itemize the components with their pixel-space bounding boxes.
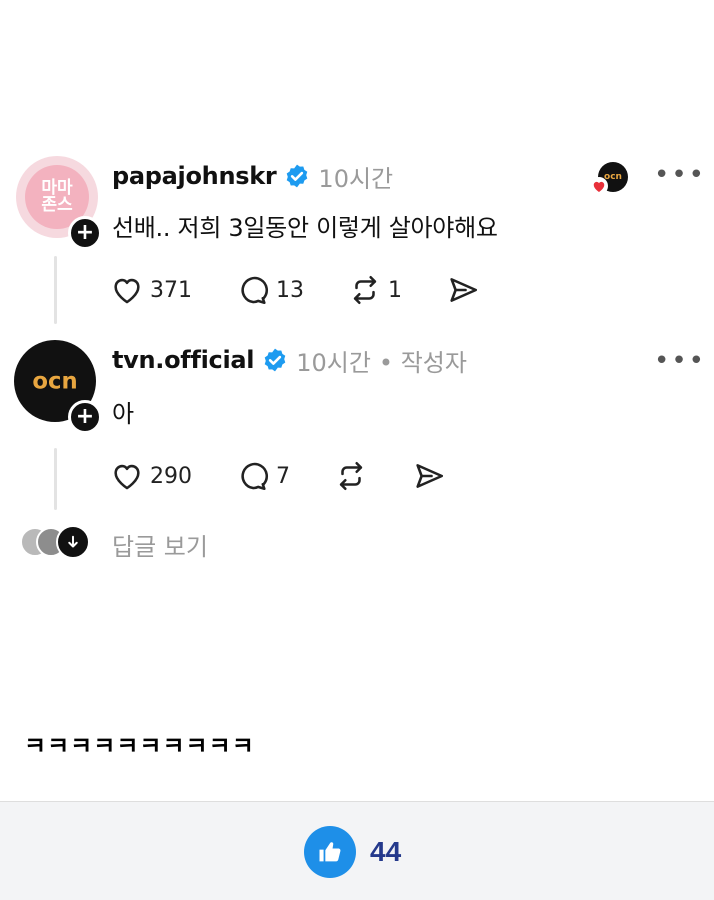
post-actions: 371 13 1 (110, 270, 524, 310)
post-header: papajohnskr 10시간 (112, 158, 393, 194)
like-count: 371 (150, 277, 192, 303)
follow-plus-icon[interactable]: + (68, 216, 102, 250)
caption-text: ㅋㅋㅋㅋㅋㅋㅋㅋㅋㅋ (24, 732, 255, 760)
send-icon (450, 278, 478, 302)
comment-bubble-icon (241, 462, 269, 491)
follow-plus-icon[interactable]: + (68, 400, 102, 434)
thread-line (54, 448, 57, 510)
arrow-down-icon (56, 525, 90, 559)
view-replies-label[interactable]: 답글 보기 (112, 527, 208, 562)
share-button[interactable] (412, 459, 446, 493)
share-button[interactable] (446, 273, 480, 307)
username[interactable]: tvn.official (112, 346, 255, 374)
more-options-icon[interactable]: ••• (654, 346, 706, 376)
verified-badge-icon (284, 163, 310, 189)
heart-icon (114, 464, 140, 490)
avatar-papajohnskr[interactable]: 마마 존스 + (16, 156, 102, 250)
send-icon (416, 464, 444, 488)
repost-button[interactable]: 1 (348, 273, 402, 307)
post-tvn-official: ocn + tvn.official 10시간 • 작성자 ••• 아 290 … (0, 336, 714, 516)
post-header: tvn.official 10시간 • 작성자 (112, 342, 467, 378)
repost-icon (353, 275, 377, 305)
verified-badge-icon (262, 347, 288, 373)
comment-button[interactable]: 13 (236, 273, 304, 307)
thumbs-up-button[interactable] (304, 826, 356, 878)
comment-button[interactable]: 7 (236, 459, 290, 493)
comment-count: 13 (276, 277, 304, 303)
heart-icon (114, 278, 140, 304)
ocn-logo: ocn (32, 368, 77, 394)
repost-button[interactable] (334, 459, 368, 493)
avatar-tvn-official[interactable]: ocn + (14, 340, 102, 434)
username[interactable]: papajohnskr (112, 162, 277, 190)
like-button[interactable]: 371 (110, 273, 192, 307)
post-papajohnskr: 마마 존스 + papajohnskr 10시간 ocn ••• 선배.. 저희… (0, 150, 714, 330)
post-time: 10시간 (296, 348, 371, 377)
comment-bubble-icon (241, 276, 269, 305)
thumbs-up-icon (319, 842, 341, 862)
repost-icon (339, 461, 363, 491)
post-text: 아 (112, 400, 134, 428)
avatar-logo-text-bottom: 존스 (41, 195, 73, 215)
ocn-logo-text: ocn (32, 368, 77, 394)
post-actions: 290 7 (110, 456, 490, 496)
comment-count: 7 (276, 463, 290, 489)
post-time: 10시간 (318, 164, 394, 193)
author-tag: • 작성자 (378, 348, 467, 377)
footer-like-count: 44 (370, 836, 402, 867)
like-count: 290 (150, 463, 192, 489)
footer-bar: 44 (0, 801, 714, 900)
heart-badge-icon (590, 177, 608, 195)
more-options-icon[interactable]: ••• (654, 160, 706, 190)
repost-count: 1 (388, 277, 402, 303)
thread-line (54, 256, 57, 324)
like-button[interactable]: 290 (110, 459, 192, 493)
post-text: 선배.. 저희 3일동안 이렇게 살아야해요 (112, 214, 498, 242)
